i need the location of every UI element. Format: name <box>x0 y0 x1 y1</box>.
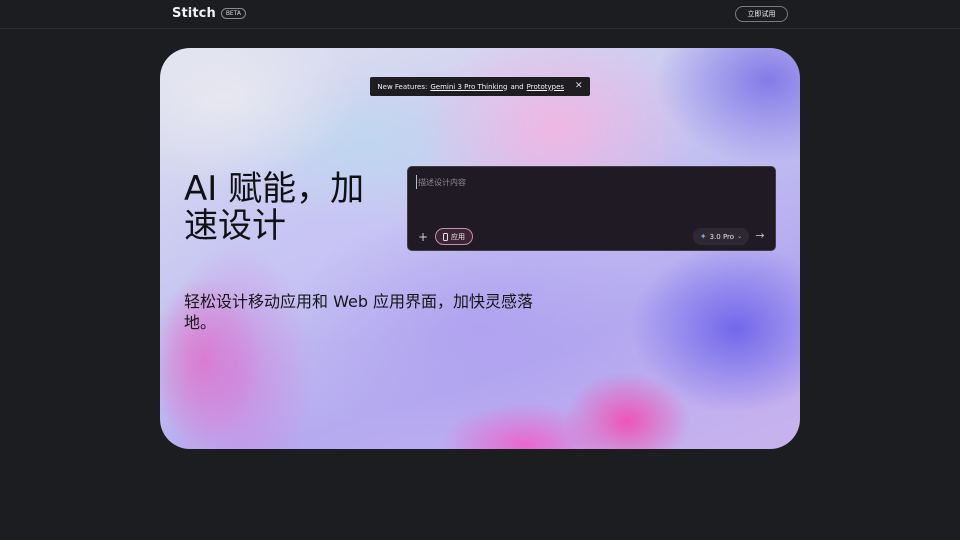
banner-link-prototypes[interactable]: Prototypes <box>527 83 564 91</box>
app-mode-chip[interactable]: 应用 <box>435 228 473 245</box>
brand-name: Stitch <box>172 6 216 21</box>
app-chip-label: 应用 <box>451 232 465 241</box>
new-features-banner: New Features: Gemini 3 Pro Thinking and … <box>370 77 590 96</box>
chevron-down-icon: ⌄ <box>737 233 743 240</box>
arrow-right-icon[interactable]: → <box>753 229 767 243</box>
prompt-box: + 应用 ✦ 3.0 Pro ⌄ → <box>407 166 776 251</box>
model-selector[interactable]: ✦ 3.0 Pro ⌄ <box>693 228 749 245</box>
banner-joiner: and <box>510 82 524 91</box>
page-title: AI 赋能，加速设计 <box>184 169 365 246</box>
prompt-input[interactable] <box>416 175 756 189</box>
gemini-spark-icon: ✦ <box>699 231 707 241</box>
banner-prefix: New Features: <box>377 82 428 91</box>
brand[interactable]: Stitch BETA <box>172 6 247 21</box>
page-subtitle: 轻松设计移动应用和 Web 应用界面，加快灵感落地。 <box>184 292 534 332</box>
top-bar: Stitch BETA 立即试用 <box>0 0 960 29</box>
beta-badge: BETA <box>220 8 247 19</box>
banner-link-gemini[interactable]: Gemini 3 Pro Thinking <box>430 83 507 91</box>
plus-icon[interactable]: + <box>416 230 430 244</box>
hero-card: New Features: Gemini 3 Pro Thinking and … <box>160 48 800 449</box>
model-label: 3.0 Pro <box>709 232 735 241</box>
close-icon[interactable]: ✕ <box>575 82 583 91</box>
phone-icon <box>443 232 448 241</box>
try-now-button[interactable]: 立即试用 <box>735 6 788 22</box>
